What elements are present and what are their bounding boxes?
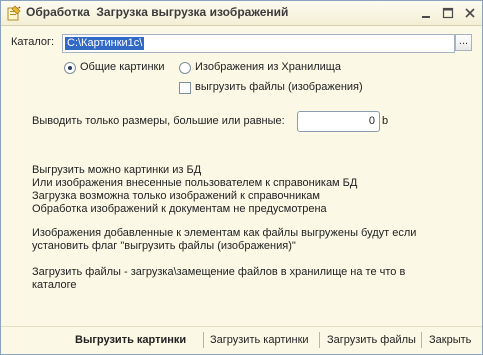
info-line-5: Изображения добавленные к элементам как … <box>32 227 417 239</box>
export-files-label[interactable]: выгрузить файлы (изображения) <box>195 81 363 93</box>
radio-general-label[interactable]: Общие картинки <box>80 61 165 73</box>
radio-general-images[interactable] <box>64 62 76 74</box>
info-line-1: Выгрузить можно картинки из БД <box>32 164 202 176</box>
size-filter-label: Выводить только размеры, большие или рав… <box>32 115 285 127</box>
close-icon[interactable] <box>463 6 477 20</box>
command-bar: Выгрузить картинки Загрузить картинки За… <box>1 326 482 355</box>
window-title: Обработка Загрузка выгрузка изображений <box>26 5 289 19</box>
info-line-3: Загрузка возможна только изображений к с… <box>32 190 320 202</box>
import-files-button[interactable]: Загрузить файлы <box>327 334 416 346</box>
maximize-icon[interactable] <box>441 6 455 20</box>
title-bar: Обработка Загрузка выгрузка изображений <box>1 1 482 26</box>
info-line-2: Или изображения внесенные пользователем … <box>32 177 358 189</box>
minimize-icon[interactable] <box>419 6 433 20</box>
size-filter-input[interactable]: 0 <box>297 111 380 132</box>
info-line-7: Загрузить файлы - загрузка\замещение фай… <box>32 266 406 278</box>
radio-storage-images[interactable] <box>179 62 191 74</box>
radio-storage-label[interactable]: Изображения из Хранилища <box>195 61 341 73</box>
info-line-8: каталоге <box>32 279 77 291</box>
form-content: Каталог: C:\Картинки1с\ ... Общие картин… <box>1 26 482 354</box>
export-files-checkbox[interactable] <box>179 82 191 94</box>
size-unit-label: b <box>382 115 389 127</box>
form-icon <box>7 5 21 21</box>
button-separator <box>203 332 204 348</box>
radio-selected-dot <box>68 66 72 70</box>
button-separator <box>319 332 320 348</box>
button-separator <box>421 332 422 348</box>
export-images-button[interactable]: Выгрузить картинки <box>75 334 186 346</box>
browse-button[interactable]: ... <box>455 34 472 51</box>
import-images-button[interactable]: Загрузить картинки <box>210 334 309 346</box>
close-button[interactable]: Закрыть <box>429 334 471 346</box>
catalog-input[interactable]: C:\Картинки1с\ <box>62 34 455 53</box>
size-filter-value: 0 <box>368 115 375 127</box>
catalog-value: C:\Картинки1с\ <box>65 37 145 50</box>
info-line-6: установить флаг "выгрузить файлы (изобра… <box>32 240 296 252</box>
info-line-4: Обработка изображений к документам не пр… <box>32 203 327 215</box>
catalog-label: Каталог: <box>11 36 55 48</box>
processing-window: Обработка Загрузка выгрузка изображений … <box>0 0 483 355</box>
